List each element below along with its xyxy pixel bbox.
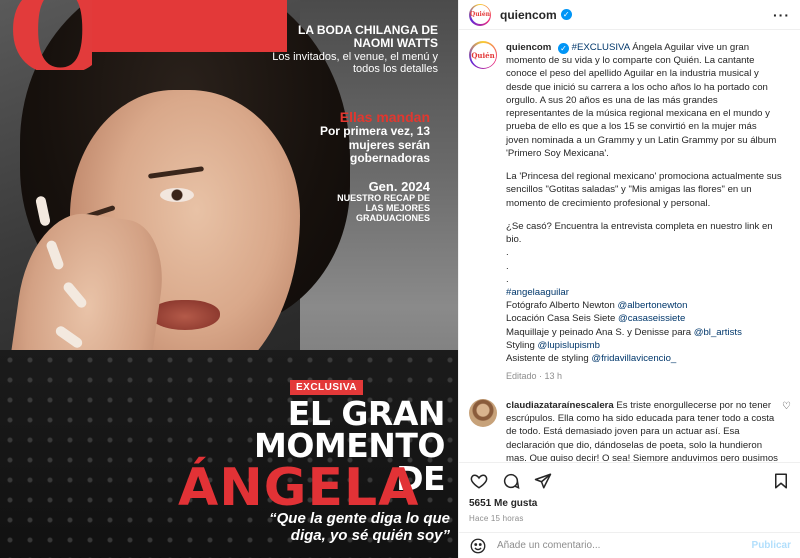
post-side-panel: Quién quiencom ✓ ··· Quién quiencom ✓ #E… <box>458 0 800 558</box>
comments-scroll-area[interactable]: Quién quiencom ✓ #EXCLUSIVA Ángela Aguil… <box>459 31 800 461</box>
cover-headline-governors: Ellas mandan Por primera vez, 13 mujeres… <box>319 109 430 165</box>
mention-link[interactable]: @lupislupismb <box>537 340 600 351</box>
credit-line: Styling @lupislupismb <box>506 339 600 351</box>
likes-count[interactable]: 5651 Me gusta <box>469 498 537 509</box>
comment-like-heart-icon[interactable]: ♡ <box>782 401 791 412</box>
add-comment-bar: Publicar <box>459 532 800 558</box>
hashtag-link[interactable]: #angelaaguilar <box>506 286 782 299</box>
more-options-icon[interactable]: ··· <box>773 7 790 23</box>
magazine-logo-band <box>92 0 287 52</box>
header-username[interactable]: quiencom <box>500 8 557 22</box>
comment-icon[interactable] <box>501 471 521 491</box>
caption-row: Quién quiencom ✓ #EXCLUSIVA Ángela Aguil… <box>469 41 791 383</box>
cover-quote: “Que la gente diga lo que diga, yo sé qu… <box>269 510 450 545</box>
mention-link[interactable]: @bl_artists <box>694 327 742 338</box>
cover-headline-graduations: Gen. 2024 NUESTRO RECAP DE LAS MEJORES G… <box>337 179 430 224</box>
share-icon[interactable] <box>533 471 553 491</box>
credit-line: Asistente de styling @fridavillavicencio… <box>506 353 677 365</box>
cover-name-title: ÁNGELA <box>178 458 420 518</box>
exclusive-badge: EXCLUSIVA <box>290 380 363 395</box>
magazine-logo: Q <box>0 0 92 70</box>
caption-avatar[interactable]: Quién <box>469 41 497 69</box>
commenter-username[interactable]: claudiazataraínescalera <box>506 400 614 411</box>
caption-username[interactable]: quiencom <box>506 42 551 53</box>
profile-avatar[interactable]: Quién <box>469 3 491 26</box>
post-caption: quiencom ✓ #EXCLUSIVA Ángela Aguilar viv… <box>506 42 782 382</box>
comment-text: claudiazataraínescalera Es triste enorgu… <box>506 399 778 461</box>
publish-button[interactable]: Publicar <box>752 540 791 551</box>
instagram-post-view: Q LA BODA CHILANGA DE NAOMI WATTS Los in… <box>0 0 800 558</box>
credit-line: Fotógrafo Alberto Newton @albertonewton <box>506 300 688 312</box>
bookmark-icon[interactable] <box>771 471 791 491</box>
credit-line: Locación Casa Seis Siete @casaseissiete <box>506 313 686 325</box>
comment-item: claudiazataraínescalera Es triste enorgu… <box>469 398 791 461</box>
heart-icon[interactable] <box>469 471 489 491</box>
cover-headline-wedding: LA BODA CHILANGA DE NAOMI WATTS Los invi… <box>272 23 438 76</box>
edited-timestamp: Editado · 13 h <box>506 371 563 382</box>
post-actions-bar <box>459 462 800 496</box>
emoji-icon[interactable] <box>469 537 487 555</box>
mention-link[interactable]: @fridavillavicencio_ <box>591 353 676 364</box>
hashtag-link[interactable]: #EXCLUSIVA <box>572 42 630 53</box>
add-comment-input[interactable] <box>497 540 752 551</box>
commenter-avatar[interactable] <box>469 398 497 427</box>
credit-line: Maquillaje y peinado Ana S. y Denisse pa… <box>506 326 742 338</box>
mention-link[interactable]: @casaseissiete <box>618 313 685 324</box>
verified-badge-icon: ✓ <box>557 43 569 55</box>
post-image-magazine-cover[interactable]: Q LA BODA CHILANGA DE NAOMI WATTS Los in… <box>0 0 458 558</box>
post-timestamp: Hace 15 horas <box>469 514 524 523</box>
verified-badge-icon: ✓ <box>560 9 572 20</box>
post-header: Quién quiencom ✓ ··· <box>459 0 800 30</box>
mention-link[interactable]: @albertonewton <box>617 300 687 311</box>
